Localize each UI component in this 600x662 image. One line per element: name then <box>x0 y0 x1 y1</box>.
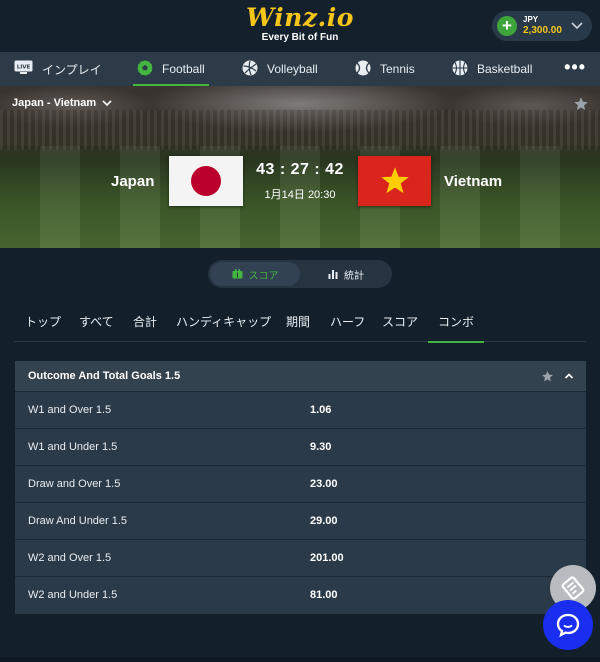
outcome-label: W1 and Over 1.5 <box>28 404 112 416</box>
outcome-row[interactable]: W2 and Under 1.5 81.00 <box>15 576 586 613</box>
market-tab-totals[interactable]: 合計 <box>133 306 157 342</box>
sport-tab-label: Basketball <box>477 62 533 76</box>
outcome-odds: 201.00 <box>310 552 344 564</box>
outcome-odds: 1.06 <box>310 404 332 416</box>
sport-tab-basketball[interactable]: Basketball <box>452 52 532 86</box>
match-selector[interactable]: Japan - Vietnam <box>12 97 112 109</box>
market-tabs: トップ すべて 合計 ハンディキャップ 期間 ハーフ スコア コンボ <box>14 306 586 343</box>
market-tab-handicap[interactable]: ハンディキャップ <box>176 306 271 342</box>
top-header: Winz.io Every Bit of Fun + JPY 2,300.00 <box>0 0 600 52</box>
favorite-star-icon[interactable] <box>573 96 589 112</box>
market-tab-top[interactable]: トップ <box>25 306 61 342</box>
sport-tab-football[interactable]: Football <box>133 52 209 86</box>
outcome-row[interactable]: W1 and Under 1.5 9.30 <box>15 428 586 465</box>
market-panel: Outcome And Total Goals 1.5 W1 and Over … <box>15 361 586 614</box>
tennis-icon <box>355 60 371 79</box>
stats-view-button[interactable]: 統計 <box>302 262 390 286</box>
deposit-plus-icon[interactable]: + <box>497 16 517 36</box>
market-tab-score[interactable]: スコア <box>382 306 418 342</box>
outcome-odds: 81.00 <box>310 589 338 601</box>
live-chat-button[interactable] <box>543 600 593 650</box>
score-view-button[interactable]: スコア <box>210 262 300 286</box>
chevron-down-icon <box>102 100 112 107</box>
outcome-label: Draw and Over 1.5 <box>28 478 121 490</box>
chevron-down-icon <box>571 22 583 30</box>
match-banner: Japan - Vietnam Japan 43 : 27 : 42 1月14日… <box>0 86 600 248</box>
stats-view-label: 統計 <box>344 270 364 282</box>
svg-text:LIVE: LIVE <box>17 65 31 71</box>
japan-flag-icon <box>169 156 243 206</box>
sport-tab-inplay[interactable]: LIVE インプレイ <box>14 52 102 86</box>
bar-chart-icon <box>328 270 338 279</box>
outcome-row[interactable]: Draw and Over 1.5 23.00 <box>15 465 586 502</box>
sports-nav: LIVE インプレイ Football Volleyball Tennis Ba… <box>0 52 600 86</box>
market-tab-period[interactable]: 期間 <box>286 306 310 342</box>
more-sports-button[interactable]: ••• <box>564 52 586 86</box>
outcome-label: W1 and Under 1.5 <box>28 441 118 453</box>
wallet-balance-dropdown[interactable]: + JPY 2,300.00 <box>492 11 592 41</box>
sport-tab-volleyball[interactable]: Volleyball <box>242 52 318 86</box>
kickoff-time: 1月14日 20:30 <box>264 189 336 201</box>
match-countdown: 43 : 27 : 42 <box>256 161 344 178</box>
home-team-name: Japan <box>111 173 155 190</box>
page-bottom-edge <box>0 657 600 662</box>
live-icon: LIVE <box>14 60 33 78</box>
favorite-market-star-icon[interactable] <box>541 370 554 383</box>
chat-bubble-icon <box>556 613 580 638</box>
sport-tab-label: Tennis <box>380 62 415 76</box>
view-toggle: スコア 統計 <box>208 260 392 288</box>
ticket-icon <box>561 576 585 600</box>
sport-tab-label: インプレイ <box>42 62 102 77</box>
score-view-label: スコア <box>248 270 279 282</box>
outcome-odds: 23.00 <box>310 478 338 490</box>
sport-tab-tennis[interactable]: Tennis <box>355 52 415 86</box>
market-tab-half[interactable]: ハーフ <box>330 306 365 342</box>
outcome-label: Draw And Under 1.5 <box>28 515 128 527</box>
outcome-label: W2 and Over 1.5 <box>28 552 112 564</box>
market-title: Outcome And Total Goals 1.5 <box>28 370 181 382</box>
match-title: Japan - Vietnam <box>12 97 97 109</box>
scoreboard-icon <box>232 269 242 279</box>
wallet-currency: JPY <box>523 15 539 24</box>
chevron-up-icon[interactable] <box>564 371 574 381</box>
outcome-row[interactable]: W2 and Over 1.5 201.00 <box>15 539 586 576</box>
wallet-amount: 2,300.00 <box>523 25 562 36</box>
football-icon <box>137 59 153 79</box>
sport-tab-label: Football <box>162 62 205 76</box>
volleyball-icon <box>242 60 258 79</box>
outcome-row[interactable]: W1 and Over 1.5 1.06 <box>15 391 586 428</box>
outcome-label: W2 and Under 1.5 <box>28 589 118 601</box>
vietnam-flag-icon <box>358 156 431 206</box>
outcome-row[interactable]: Draw And Under 1.5 29.00 <box>15 502 586 539</box>
sport-tab-label: Volleyball <box>267 62 318 76</box>
market-tab-combo[interactable]: コンボ <box>427 306 485 343</box>
market-tab-all[interactable]: すべて <box>79 306 114 342</box>
basketball-icon <box>452 60 468 79</box>
outcome-odds: 29.00 <box>310 515 338 527</box>
stadium-crowd-background <box>0 110 600 150</box>
outcome-odds: 9.30 <box>310 441 332 453</box>
market-header[interactable]: Outcome And Total Goals 1.5 <box>15 361 586 391</box>
away-team-name: Vietnam <box>444 173 503 190</box>
